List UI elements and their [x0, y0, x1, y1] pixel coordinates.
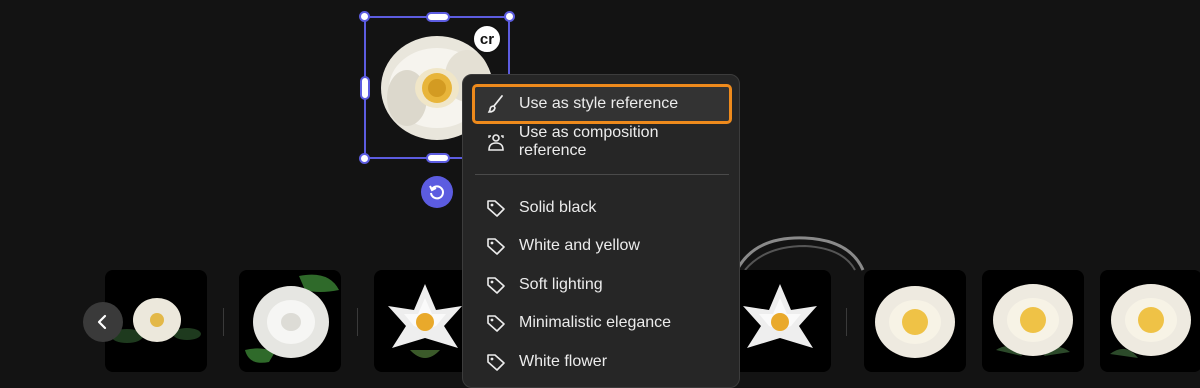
menu-item-tag-minimalistic-elegance[interactable]: Minimalistic elegance	[475, 306, 729, 340]
menu-item-style-reference[interactable]: Use as style reference	[472, 84, 732, 124]
menu-item-label: Use as style reference	[519, 95, 679, 112]
thumbnail[interactable]	[374, 270, 476, 372]
thumbnail[interactable]	[239, 270, 341, 372]
rotate-button[interactable]	[421, 176, 453, 208]
menu-item-label: Solid black	[519, 199, 597, 216]
previous-button[interactable]	[83, 302, 123, 342]
menu-item-label: Use as composition reference	[518, 124, 659, 159]
resize-handle-top[interactable]	[426, 12, 450, 22]
resize-handle-top-left[interactable]	[359, 11, 370, 22]
menu-item-label: White and yellow	[519, 237, 640, 254]
menu-item-label: White flower	[519, 353, 608, 370]
menu-item-composition-reference[interactable]: Use as composition reference	[475, 124, 729, 159]
menu-item-tag-solid-black[interactable]: Solid black	[475, 191, 729, 225]
divider	[846, 308, 847, 336]
resize-handle-left[interactable]	[360, 76, 370, 100]
context-menu: Use as style reference Use as compositio…	[462, 74, 740, 388]
menu-item-tag-white-and-yellow[interactable]: White and yellow	[475, 229, 729, 263]
tag-icon	[485, 197, 507, 219]
menu-item-tag-white-flower[interactable]: White flower	[475, 345, 729, 379]
chevron-left-icon	[97, 314, 107, 330]
tag-icon	[485, 312, 507, 334]
tag-icon	[485, 274, 507, 296]
menu-item-label: Soft lighting	[519, 276, 603, 293]
content-credentials-label: cr	[479, 30, 495, 48]
brush-icon	[485, 93, 507, 115]
content-credentials-icon[interactable]: cr	[472, 24, 502, 54]
menu-item-label: Minimalistic elegance	[519, 314, 672, 331]
thumbnail[interactable]	[982, 270, 1084, 372]
tag-icon	[485, 235, 507, 257]
resize-handle-top-right[interactable]	[504, 11, 515, 22]
composition-icon	[485, 131, 507, 153]
resize-handle-bottom[interactable]	[426, 153, 450, 163]
tag-icon	[485, 351, 507, 373]
menu-divider	[475, 174, 729, 175]
menu-item-tag-soft-lighting[interactable]: Soft lighting	[475, 268, 729, 302]
resize-handle-bottom-left[interactable]	[359, 153, 370, 164]
divider	[223, 308, 224, 336]
rotate-icon	[429, 185, 444, 200]
thumbnail[interactable]	[864, 270, 966, 372]
divider	[357, 308, 358, 336]
thumbnail[interactable]	[1100, 270, 1200, 372]
thumbnail[interactable]	[729, 270, 831, 372]
